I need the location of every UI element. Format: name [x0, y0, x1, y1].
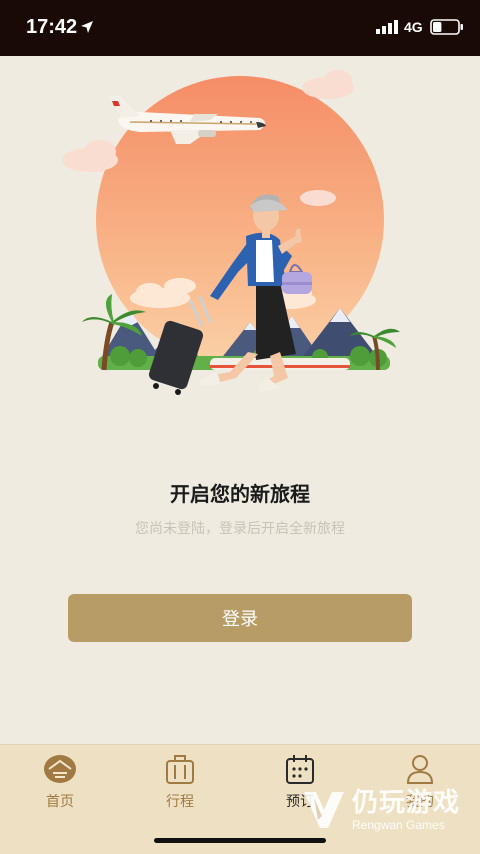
- tab-trip-label: 行程: [166, 794, 194, 810]
- network-type: 4G: [404, 19, 423, 35]
- watermark-title: 仍玩游戏: [352, 788, 461, 818]
- watermark-logo-icon: [304, 792, 344, 828]
- tab-trip[interactable]: 行程: [120, 753, 240, 817]
- home-indicator: [154, 838, 326, 843]
- location-arrow-icon: [81, 21, 93, 33]
- signal-icon: [376, 20, 398, 34]
- watermark: 仍玩游戏 Rengwan Games: [300, 782, 470, 838]
- calendar-icon: [286, 755, 314, 784]
- travel-illustration: [62, 70, 400, 395]
- user-icon: [406, 755, 434, 784]
- watermark-subtitle: Rengwan Games: [352, 818, 445, 832]
- status-bar: 17:42 4G: [0, 0, 480, 56]
- page-title: 开启您的新旅程: [170, 482, 310, 506]
- status-time: 17:42: [26, 16, 78, 38]
- tab-home[interactable]: 首页: [0, 753, 120, 817]
- battery-icon: [430, 19, 463, 35]
- battery-level: [433, 22, 442, 32]
- tab-home-label: 首页: [46, 794, 74, 810]
- login-button[interactable]: 登录: [68, 594, 412, 642]
- suitcase-icon: [166, 755, 194, 784]
- home-icon: [44, 755, 76, 783]
- login-hint: 您尚未登陆，登录后开启全新旅程: [135, 521, 345, 537]
